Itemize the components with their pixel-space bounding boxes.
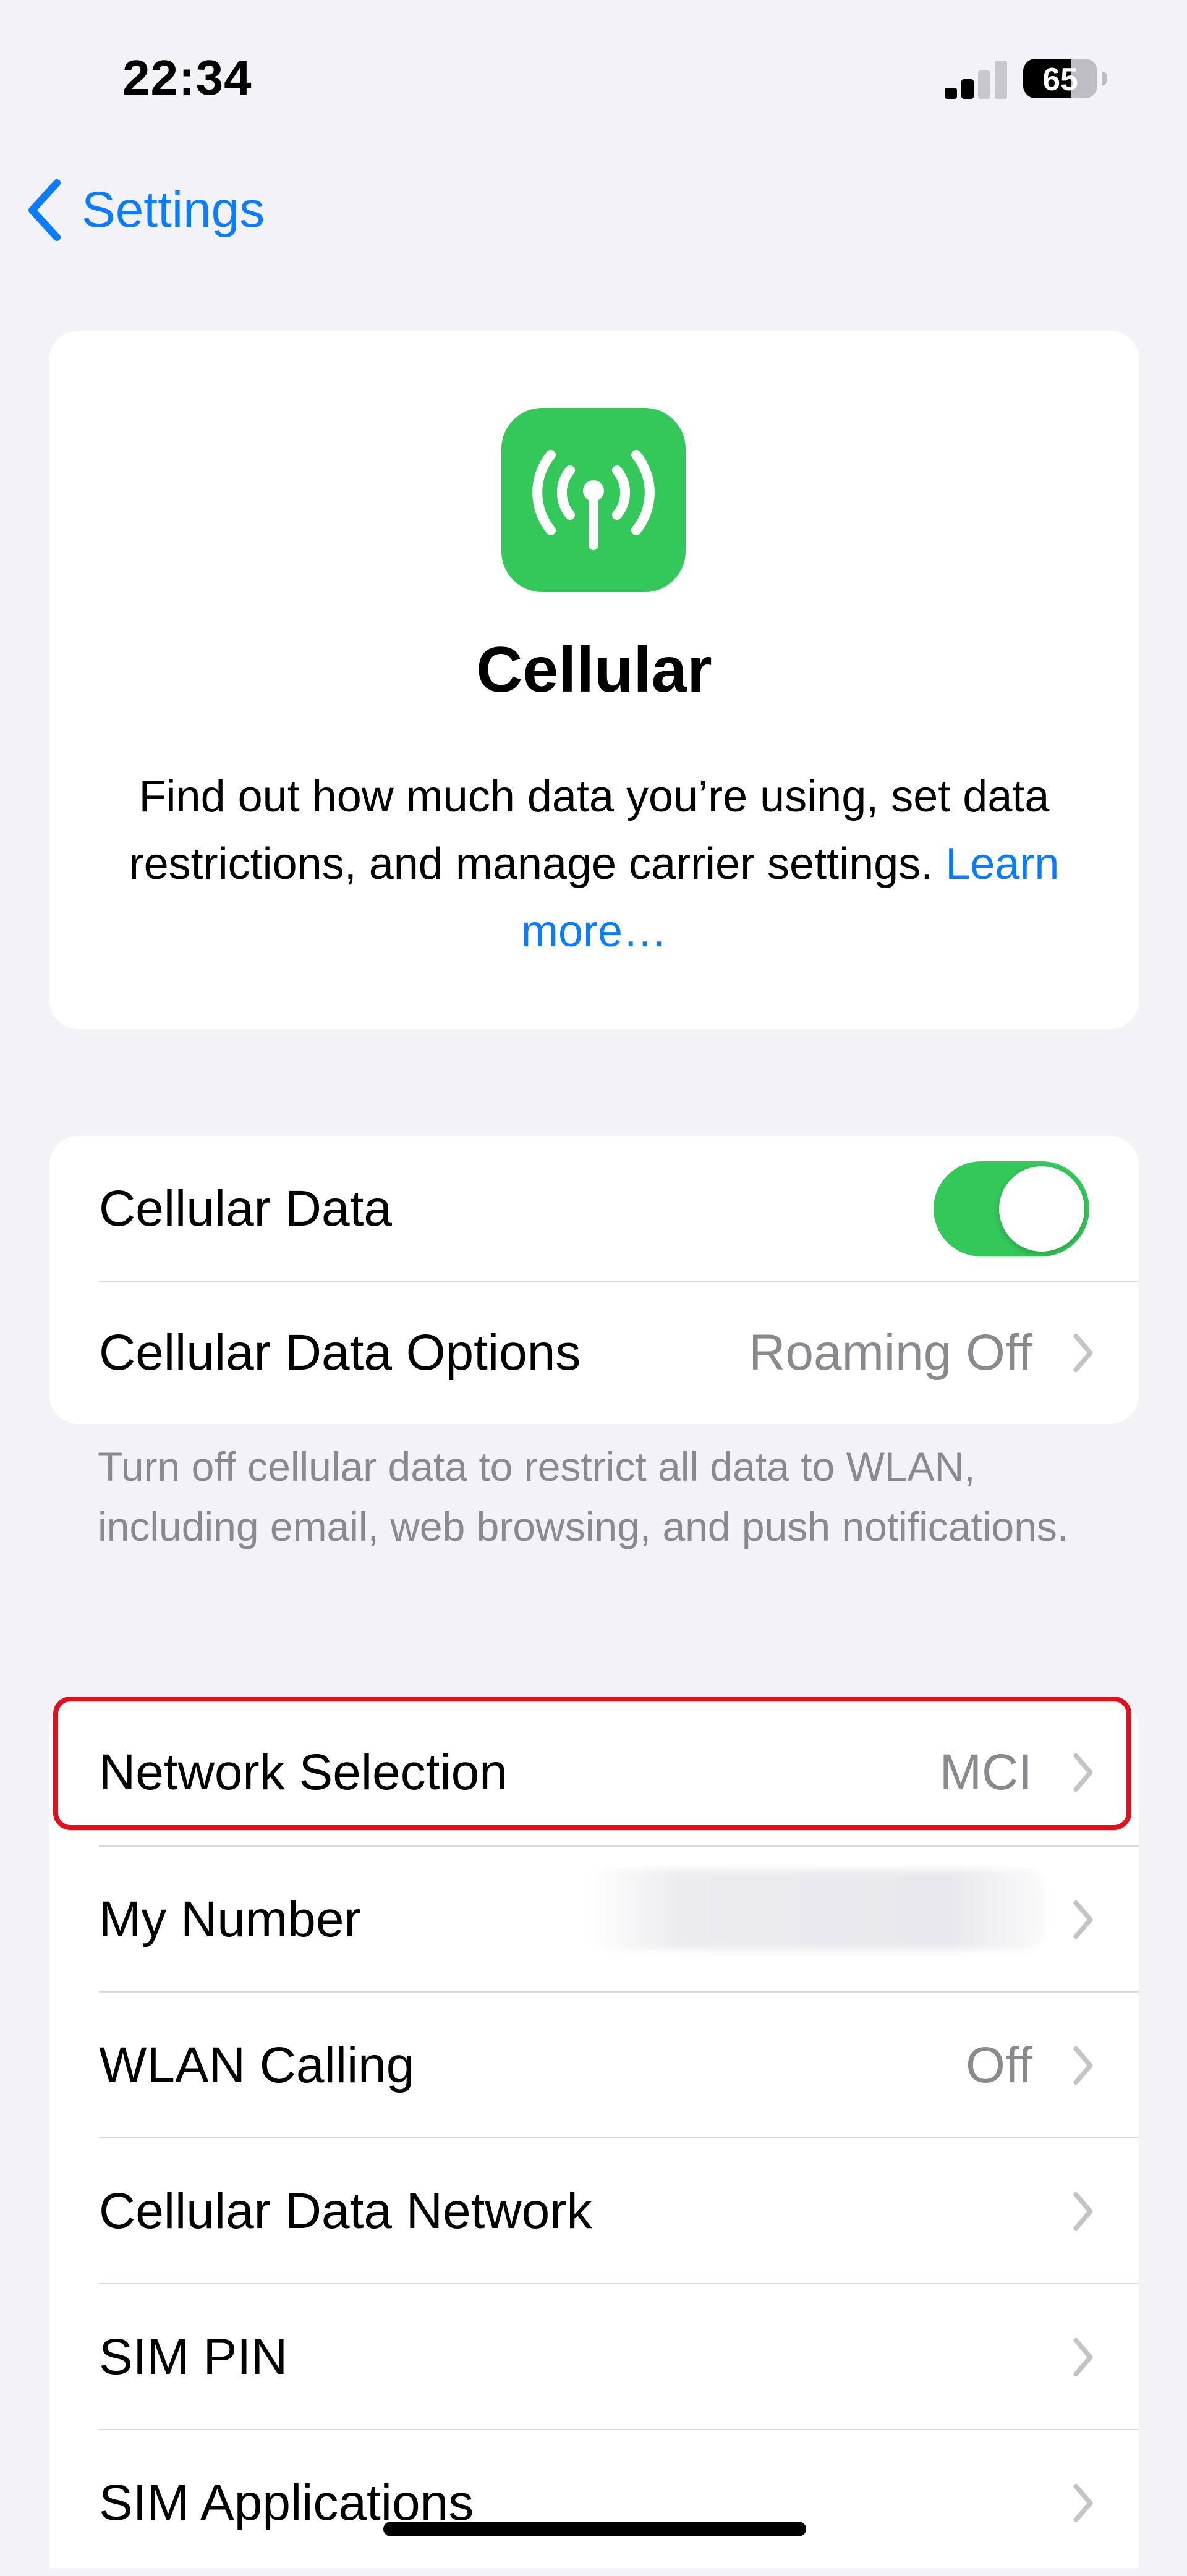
cellular-data-options-label: Cellular Data Options: [99, 1324, 581, 1381]
wlan-calling-row[interactable]: WLAN Calling Off: [49, 1993, 1139, 2138]
back-button[interactable]: Settings: [25, 173, 265, 247]
cellular-data-network-row[interactable]: Cellular Data Network: [49, 2138, 1139, 2284]
hero-description: Find out how much data you’re using, set…: [93, 763, 1096, 965]
cellular-data-toggle[interactable]: [934, 1161, 1089, 1256]
cellular-data-footer: Turn off cellular data to restrict all d…: [98, 1444, 1069, 1549]
wlan-calling-value: Off: [966, 2037, 1032, 2093]
my-number-label: My Number: [99, 1891, 361, 1947]
chevron-right-icon: [1073, 2337, 1093, 2377]
battery-level: 65: [1042, 62, 1078, 98]
page-title: Cellular: [476, 634, 712, 706]
battery-icon: 65: [1023, 59, 1097, 98]
chevron-left-icon: [28, 179, 61, 241]
antenna-icon: [532, 450, 655, 550]
cellular-data-options-value: Roaming Off: [749, 1324, 1032, 1381]
sim-pin-label: SIM PIN: [99, 2329, 288, 2385]
cellular-data-row[interactable]: Cellular Data: [49, 1136, 1139, 1282]
chevron-right-icon: [1073, 2192, 1093, 2231]
toggle-knob: [999, 1166, 1084, 1252]
sim-pin-row[interactable]: SIM PIN: [49, 2284, 1139, 2430]
home-indicator[interactable]: [383, 2522, 806, 2536]
battery-cap: [1102, 72, 1107, 85]
redacted-phone-number: [587, 1870, 1045, 1950]
chevron-right-icon: [1073, 1900, 1093, 1939]
status-bar: 22:34 65: [0, 0, 1187, 155]
cellular-app-icon: [501, 408, 686, 592]
chevron-right-icon: [1073, 1333, 1093, 1373]
cellular-data-network-label: Cellular Data Network: [99, 2183, 592, 2239]
hero-description-text: Find out how much data you’re using, set…: [129, 772, 1050, 889]
sim-applications-row[interactable]: SIM Applications: [49, 2430, 1139, 2576]
cellular-data-group: Cellular Data Cellular Data Options Roam…: [49, 1136, 1139, 1424]
chevron-right-icon: [1073, 2046, 1093, 2085]
cellular-data-options-row[interactable]: Cellular Data Options Roaming Off: [49, 1282, 1139, 1424]
cellular-info-card: Cellular Find out how much data you’re u…: [49, 331, 1139, 1029]
cellular-signal-icon: [945, 61, 1007, 99]
cellular-data-label: Cellular Data: [99, 1180, 392, 1237]
network-selection-highlight: [53, 1697, 1131, 1830]
wlan-calling-label: WLAN Calling: [99, 2037, 415, 2093]
back-button-label: Settings: [82, 182, 265, 238]
status-time: 22:34: [122, 50, 252, 105]
chevron-right-icon: [1073, 2483, 1093, 2523]
